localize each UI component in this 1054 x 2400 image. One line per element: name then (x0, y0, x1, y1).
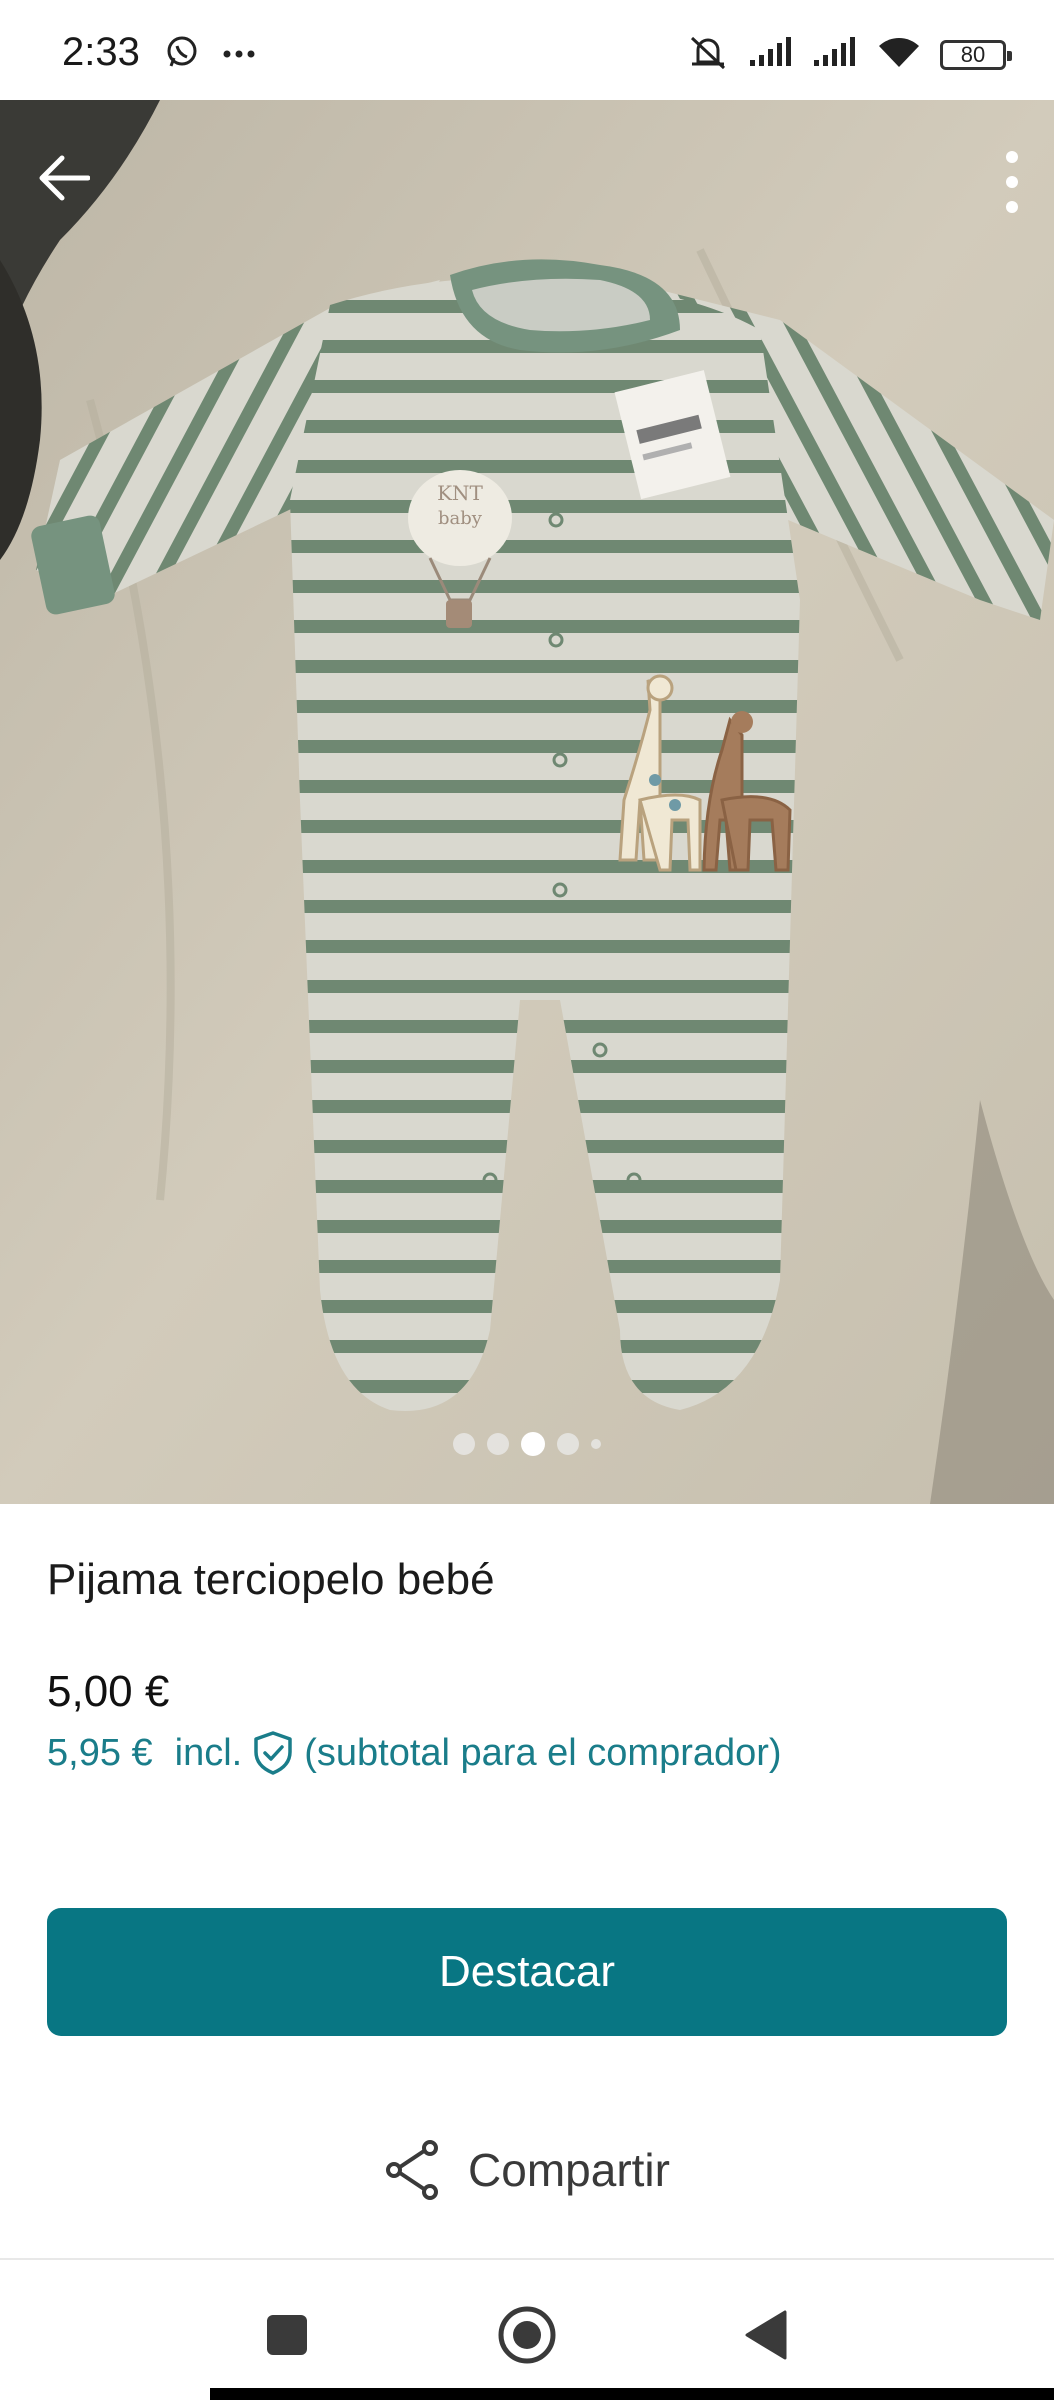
battery-icon: 80 (940, 39, 1012, 70)
share-icon (386, 2140, 439, 2200)
pager-dot[interactable] (591, 1439, 601, 1449)
gesture-bar (210, 2388, 1054, 2400)
incl-label: incl. (174, 1731, 243, 1774)
recents-square-icon (267, 2315, 307, 2355)
pager-dot-active[interactable] (521, 1432, 545, 1456)
kebab-menu-icon (1006, 151, 1018, 213)
promote-button[interactable]: Destacar (47, 1908, 1007, 2036)
product-price: 5,00 € (47, 1667, 170, 1716)
status-bar: 2:33 80 (0, 0, 1054, 100)
recents-button[interactable] (252, 2300, 322, 2370)
wifi-icon (876, 34, 922, 75)
product-title: Pijama terciopelo bebé (47, 1555, 495, 1604)
share-button[interactable]: Compartir (0, 2135, 1054, 2205)
buyer-price-info[interactable]: 5,95 € incl. (subtotal para el comprador… (47, 1730, 782, 1776)
pager-dot[interactable] (487, 1433, 509, 1455)
buyer-protection-shield-icon (250, 1730, 296, 1776)
more-options-button[interactable] (992, 148, 1032, 216)
back-nav-button[interactable] (730, 2300, 800, 2370)
subtotal-label: (subtotal para el comprador) (304, 1731, 782, 1774)
back-button[interactable] (34, 148, 94, 208)
mute-icon (686, 32, 730, 77)
pager-dot[interactable] (453, 1433, 475, 1455)
product-image: KNT baby (0, 100, 1054, 1504)
home-button[interactable] (492, 2300, 562, 2370)
svg-text:KNT: KNT (437, 481, 483, 505)
product-photo[interactable]: KNT baby (0, 100, 1054, 1504)
more-dots-icon (222, 46, 256, 64)
photo-pager (0, 1432, 1054, 1456)
svg-text:baby: baby (438, 508, 483, 529)
share-label: Compartir (468, 2144, 670, 2196)
whatsapp-icon (164, 34, 200, 75)
status-notification-icons (164, 34, 256, 75)
back-triangle-icon (745, 2310, 787, 2360)
buyer-price: 5,95 € (47, 1731, 153, 1774)
status-time: 2:33 (62, 30, 140, 74)
back-arrow-icon (39, 155, 90, 201)
signal-icon (748, 36, 794, 73)
home-circle-icon (498, 2306, 556, 2364)
pager-dot[interactable] (557, 1433, 579, 1455)
signal-icon (812, 36, 858, 73)
status-system-icons: 80 (686, 32, 1012, 77)
